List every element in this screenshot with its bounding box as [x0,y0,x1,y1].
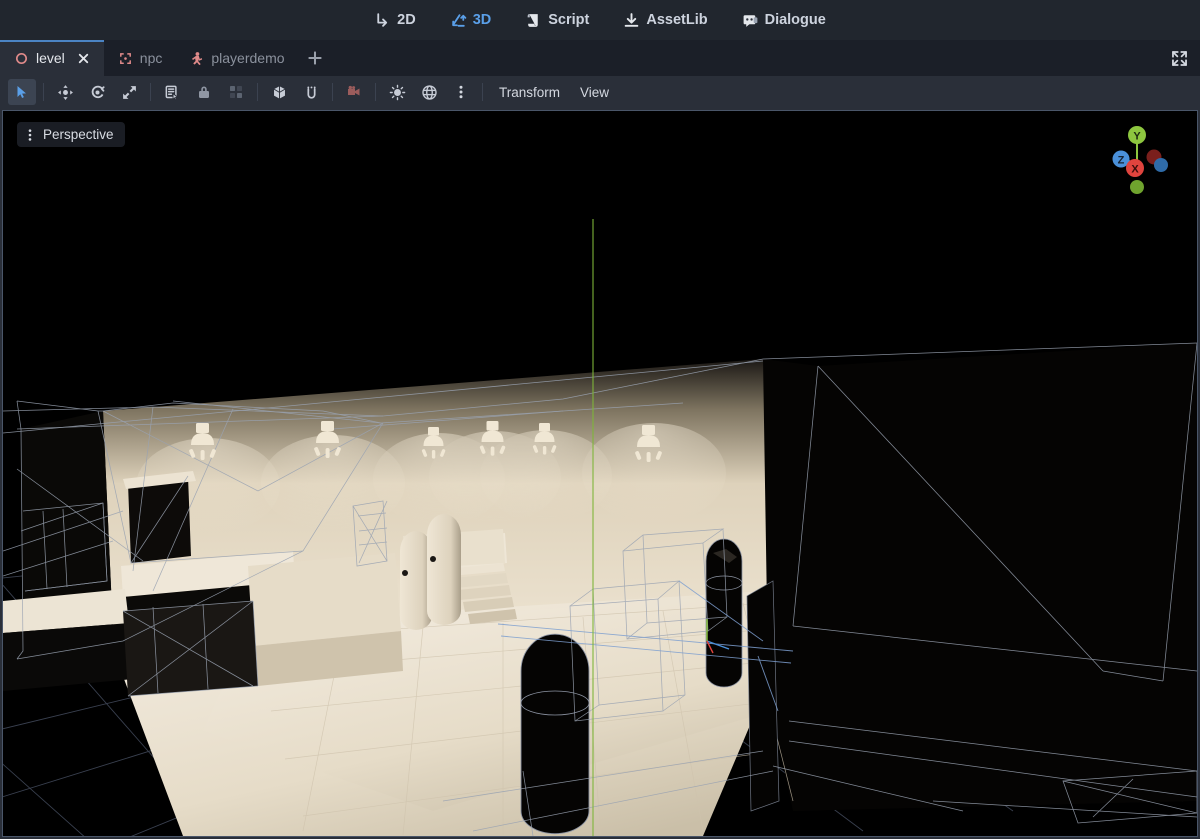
scale-mode-button[interactable] [115,79,143,105]
group-nodes-button[interactable] [222,79,250,105]
scene-tab-level[interactable]: level [0,40,104,76]
viewport-3d-render [3,111,1197,836]
main-menu-script-label: Script [548,11,590,28]
toolbar-divider [482,83,483,101]
capsule-foreground-dark [520,633,590,835]
main-menu-dialogue[interactable]: Dialogue [736,9,832,32]
axis-x-label: X [1131,164,1139,176]
main-menu-assetlib[interactable]: AssetLib [617,9,713,32]
preview-sun-button[interactable] [383,79,411,105]
main-menu-script[interactable]: Script [519,9,595,32]
close-icon[interactable] [76,51,91,66]
list-select-button[interactable] [158,79,186,105]
assetlib-download-icon [623,12,640,29]
move-mode-button[interactable] [51,79,79,105]
preview-environment-button[interactable] [415,79,443,105]
dialogue-bubble-icon [742,12,759,29]
scene-tab-playerdemo[interactable]: playerdemo [175,40,297,76]
main-menu-2d-label: 2D [397,11,416,28]
scene-tab-level-label: level [36,50,65,66]
main-menu-bar: 2D 3D Script AssetLib Dialogue [0,0,1200,40]
main-menu-2d[interactable]: 2D [368,9,422,32]
scene-tab-playerdemo-label: playerdemo [211,50,285,66]
axis-y-label: Y [1133,131,1141,143]
axis-y-negative-handle [1130,180,1144,194]
main-menu-dialogue-label: Dialogue [764,11,826,28]
character-icon [189,51,204,66]
axis-z-negative-handle [1154,158,1168,172]
scene-tab-npc[interactable]: npc [104,40,176,76]
main-menu-3d-label: 3D [472,11,492,28]
distraction-free-icon[interactable] [1166,45,1192,71]
twod-icon [374,12,391,29]
main-menu-assetlib-label: AssetLib [646,11,708,28]
rotate-mode-button[interactable] [83,79,111,105]
toolbar-divider [257,83,258,101]
camera-mode-label: Perspective [43,127,114,142]
preview-options-button[interactable] [447,79,475,105]
add-scene-tab-button[interactable] [298,40,332,76]
toolbar-divider [43,83,44,101]
threed-icon [450,12,467,29]
local-space-mode-button[interactable] [265,79,293,105]
spatial-editor-toolbar: Transform View [0,76,1200,108]
lock-selected-button[interactable] [190,79,218,105]
scene-tab-bar: level npc playerdemo [0,40,1200,76]
capsule-npc-2 [427,514,461,625]
view-menu-button[interactable]: View [571,81,618,104]
axis-orientation-gizmo[interactable]: Z Y X [1099,121,1175,197]
transform-menu-button[interactable]: Transform [490,81,569,104]
select-mode-button[interactable] [8,79,36,105]
viewport-container: Perspective Z Y X [0,108,1200,839]
toolbar-divider [375,83,376,101]
toolbar-divider [332,83,333,101]
vertical-dots-icon [24,128,36,142]
magnet-snap-button[interactable] [297,79,325,105]
camera-override-button[interactable] [340,79,368,105]
camera-mode-button[interactable]: Perspective [17,122,125,147]
main-menu-3d[interactable]: 3D [444,9,498,32]
toolbar-divider [150,83,151,101]
scene-tab-npc-label: npc [139,50,163,66]
spatial-viewport-3d[interactable]: Perspective Z Y X [2,110,1198,837]
axis-z-label: Z [1118,155,1125,167]
node2d-square-icon [118,51,133,66]
script-icon [525,12,542,29]
node3d-circle-icon [14,51,29,66]
